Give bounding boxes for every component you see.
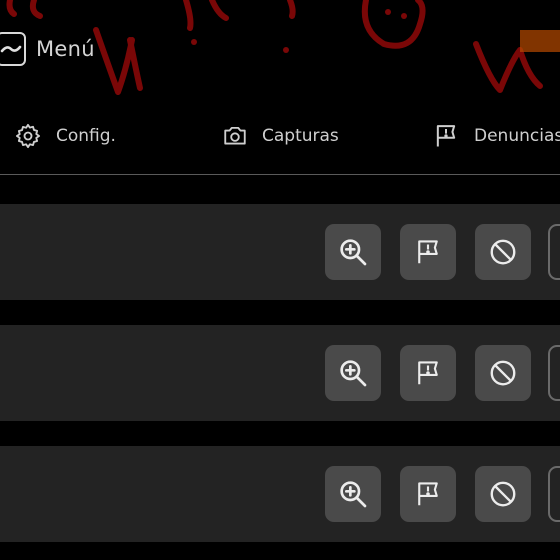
zoom-button[interactable] <box>325 345 381 401</box>
report-flag-icon <box>432 122 460 150</box>
block-icon <box>490 481 516 507</box>
report-flag-icon <box>418 482 438 506</box>
report-button[interactable] <box>400 345 456 401</box>
nav-item-label: Denuncias <box>474 126 560 146</box>
more-button[interactable] <box>548 345 560 401</box>
report-button[interactable] <box>400 224 456 280</box>
menu-icon <box>0 32 26 66</box>
nav-item-config[interactable]: Config. <box>14 110 116 162</box>
zoom-in-icon <box>340 481 367 508</box>
top-nav: Config. Capturas Denuncias <box>0 110 560 162</box>
nav-item-reports[interactable]: Denuncias <box>432 110 560 162</box>
zoom-button[interactable] <box>325 224 381 280</box>
more-button[interactable] <box>548 466 560 522</box>
menu-button[interactable]: Menú <box>0 32 95 66</box>
list-item <box>0 325 560 421</box>
more-button[interactable] <box>548 224 560 280</box>
zoom-in-icon <box>340 360 367 387</box>
block-icon <box>490 239 516 265</box>
header: Menú <box>0 0 560 100</box>
block-button[interactable] <box>475 224 531 280</box>
nav-item-label: Config. <box>56 126 116 146</box>
report-flag-icon <box>418 361 438 385</box>
block-icon <box>490 360 516 386</box>
zoom-button[interactable] <box>325 466 381 522</box>
report-flag-icon <box>418 240 438 264</box>
list-item <box>0 204 560 300</box>
nav-item-label: Capturas <box>262 126 339 146</box>
nav-divider <box>0 174 560 175</box>
report-button[interactable] <box>400 466 456 522</box>
zoom-in-icon <box>340 239 367 266</box>
gear-icon <box>14 122 42 150</box>
nav-item-captures[interactable]: Capturas <box>222 110 339 162</box>
menu-label: Menú <box>36 37 95 61</box>
list-item <box>0 446 560 542</box>
block-button[interactable] <box>475 345 531 401</box>
block-button[interactable] <box>475 466 531 522</box>
camera-icon <box>222 123 248 149</box>
